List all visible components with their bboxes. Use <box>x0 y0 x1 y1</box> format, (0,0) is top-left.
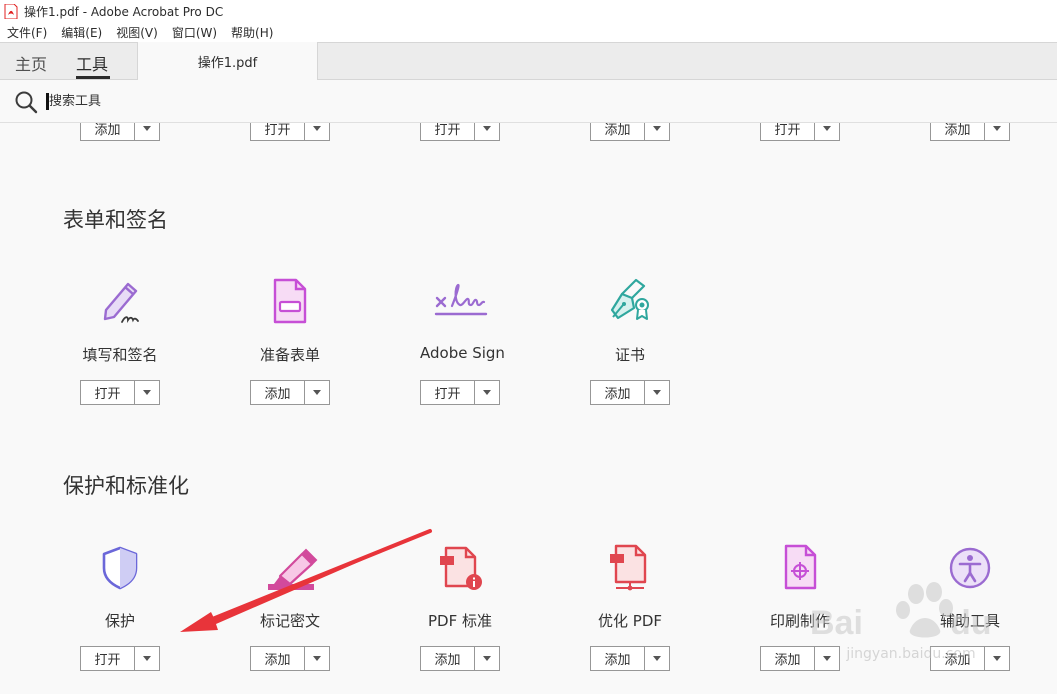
split-button[interactable]: 添加 <box>930 123 1010 141</box>
section-title-forms-signatures: 表单和签名 <box>63 208 168 232</box>
tab-tools[interactable]: 工具 <box>76 51 108 75</box>
split-button[interactable]: 打开 <box>250 123 330 141</box>
menu-bar: 文件(F) 编辑(E) 视图(V) 窗口(W) 帮助(H) <box>0 22 1057 42</box>
split-button[interactable]: 打开 <box>760 123 840 141</box>
dropdown-arrow-icon[interactable] <box>645 647 669 670</box>
redact-marker-icon <box>258 534 322 598</box>
split-button[interactable]: 打开 <box>420 123 500 141</box>
split-button[interactable]: 添加 <box>250 646 330 671</box>
dropdown-arrow-icon[interactable] <box>645 123 669 140</box>
adobe-sign-icon <box>428 268 492 332</box>
tool-pdf-standards[interactable]: PDF 标准 添加 <box>420 534 560 674</box>
tool-label: 证书 <box>614 346 645 364</box>
baidu-watermark: Bai du jingyan.baidu.com <box>806 582 1016 682</box>
svg-text:Bai: Bai <box>810 604 863 642</box>
split-button[interactable]: 添加 <box>590 380 670 405</box>
add-button[interactable]: 添加 <box>421 647 475 670</box>
active-tab-indicator <box>76 76 110 79</box>
dropdown-arrow-icon[interactable] <box>135 381 159 404</box>
menu-view[interactable]: 视图(V) <box>109 24 165 41</box>
dropdown-arrow-icon[interactable] <box>475 647 499 670</box>
split-button[interactable]: 打开 <box>420 380 500 405</box>
shield-icon <box>88 534 152 598</box>
tool-fill-sign[interactable]: 填写和签名 打开 <box>80 268 220 408</box>
fill-sign-icon <box>88 268 152 332</box>
certificate-icon <box>598 268 662 332</box>
dropdown-arrow-icon[interactable] <box>305 647 329 670</box>
tool-label: PDF 标准 <box>428 612 492 630</box>
dropdown-arrow-icon[interactable] <box>475 381 499 404</box>
add-button[interactable]: 添加 <box>591 647 645 670</box>
open-button[interactable]: 打开 <box>81 647 135 670</box>
title-bar: 操作1.pdf - Adobe Acrobat Pro DC <box>0 0 1057 22</box>
add-button[interactable]: 添加 <box>251 647 305 670</box>
optimize-pdf-icon <box>598 534 662 598</box>
tool-optimize-pdf[interactable]: 优化 PDF 添加 <box>590 534 730 674</box>
open-button[interactable]: 打开 <box>251 123 305 140</box>
tool-prepare-form[interactable]: 准备表单 添加 <box>250 268 390 408</box>
split-button[interactable]: 添加 <box>80 123 160 141</box>
open-button[interactable]: 打开 <box>81 381 135 404</box>
menu-edit[interactable]: 编辑(E) <box>54 24 109 41</box>
open-button[interactable]: 打开 <box>761 123 815 140</box>
tool-protect[interactable]: 保护 打开 <box>80 534 220 674</box>
dropdown-arrow-icon[interactable] <box>475 123 499 140</box>
menu-help[interactable]: 帮助(H) <box>224 24 280 41</box>
tool-certificates[interactable]: 证书 添加 <box>590 268 730 408</box>
search-bar <box>0 80 1057 123</box>
tool-adobe-sign[interactable]: Adobe Sign 打开 <box>420 268 560 408</box>
tool-label: 填写和签名 <box>82 346 158 364</box>
acrobat-pdf-icon <box>4 3 18 19</box>
watermark-url: jingyan.baidu.com <box>846 646 976 662</box>
split-button[interactable]: 打开 <box>80 646 160 671</box>
section-title-protect-standardize: 保护和标准化 <box>63 474 189 498</box>
split-button[interactable]: 添加 <box>590 646 670 671</box>
add-button[interactable]: 添加 <box>251 381 305 404</box>
split-button[interactable]: 打开 <box>80 380 160 405</box>
dropdown-arrow-icon[interactable] <box>305 123 329 140</box>
document-tab-label: 操作1.pdf <box>197 55 258 71</box>
dropdown-arrow-icon[interactable] <box>985 123 1009 140</box>
baidu-paw-logo: Bai du <box>810 582 992 642</box>
dropdown-arrow-icon[interactable] <box>645 381 669 404</box>
prepare-form-icon <box>258 268 322 332</box>
tool-redact[interactable]: 标记密文 添加 <box>250 534 390 674</box>
split-button[interactable]: 添加 <box>250 380 330 405</box>
add-button[interactable]: 添加 <box>931 123 985 140</box>
tool-label: Adobe Sign <box>420 344 505 362</box>
dropdown-arrow-icon[interactable] <box>135 123 159 140</box>
tool-label: 优化 PDF <box>598 612 662 630</box>
dropdown-arrow-icon[interactable] <box>135 647 159 670</box>
open-button[interactable]: 打开 <box>421 123 475 140</box>
tool-label: 标记密文 <box>259 612 320 630</box>
dropdown-arrow-icon[interactable] <box>815 123 839 140</box>
add-button[interactable]: 添加 <box>81 123 135 140</box>
split-button[interactable]: 添加 <box>420 646 500 671</box>
tab-document[interactable]: 操作1.pdf <box>137 42 318 80</box>
search-input[interactable] <box>49 91 349 111</box>
tab-home[interactable]: 主页 <box>15 51 47 75</box>
search-icon[interactable] <box>14 90 38 114</box>
add-button[interactable]: 添加 <box>591 381 645 404</box>
open-button[interactable]: 打开 <box>421 381 475 404</box>
window-title: 操作1.pdf - Adobe Acrobat Pro DC <box>24 4 224 19</box>
menu-window[interactable]: 窗口(W) <box>165 24 224 41</box>
pdf-standard-icon <box>428 534 492 598</box>
svg-text:du: du <box>950 604 992 642</box>
menu-file[interactable]: 文件(F) <box>0 24 54 41</box>
dropdown-arrow-icon[interactable] <box>305 381 329 404</box>
tab-bar: 主页 工具 操作1.pdf <box>0 42 1057 80</box>
split-button[interactable]: 添加 <box>590 123 670 141</box>
tool-label: 准备表单 <box>259 346 320 364</box>
tool-label: 保护 <box>104 612 135 630</box>
add-button[interactable]: 添加 <box>591 123 645 140</box>
